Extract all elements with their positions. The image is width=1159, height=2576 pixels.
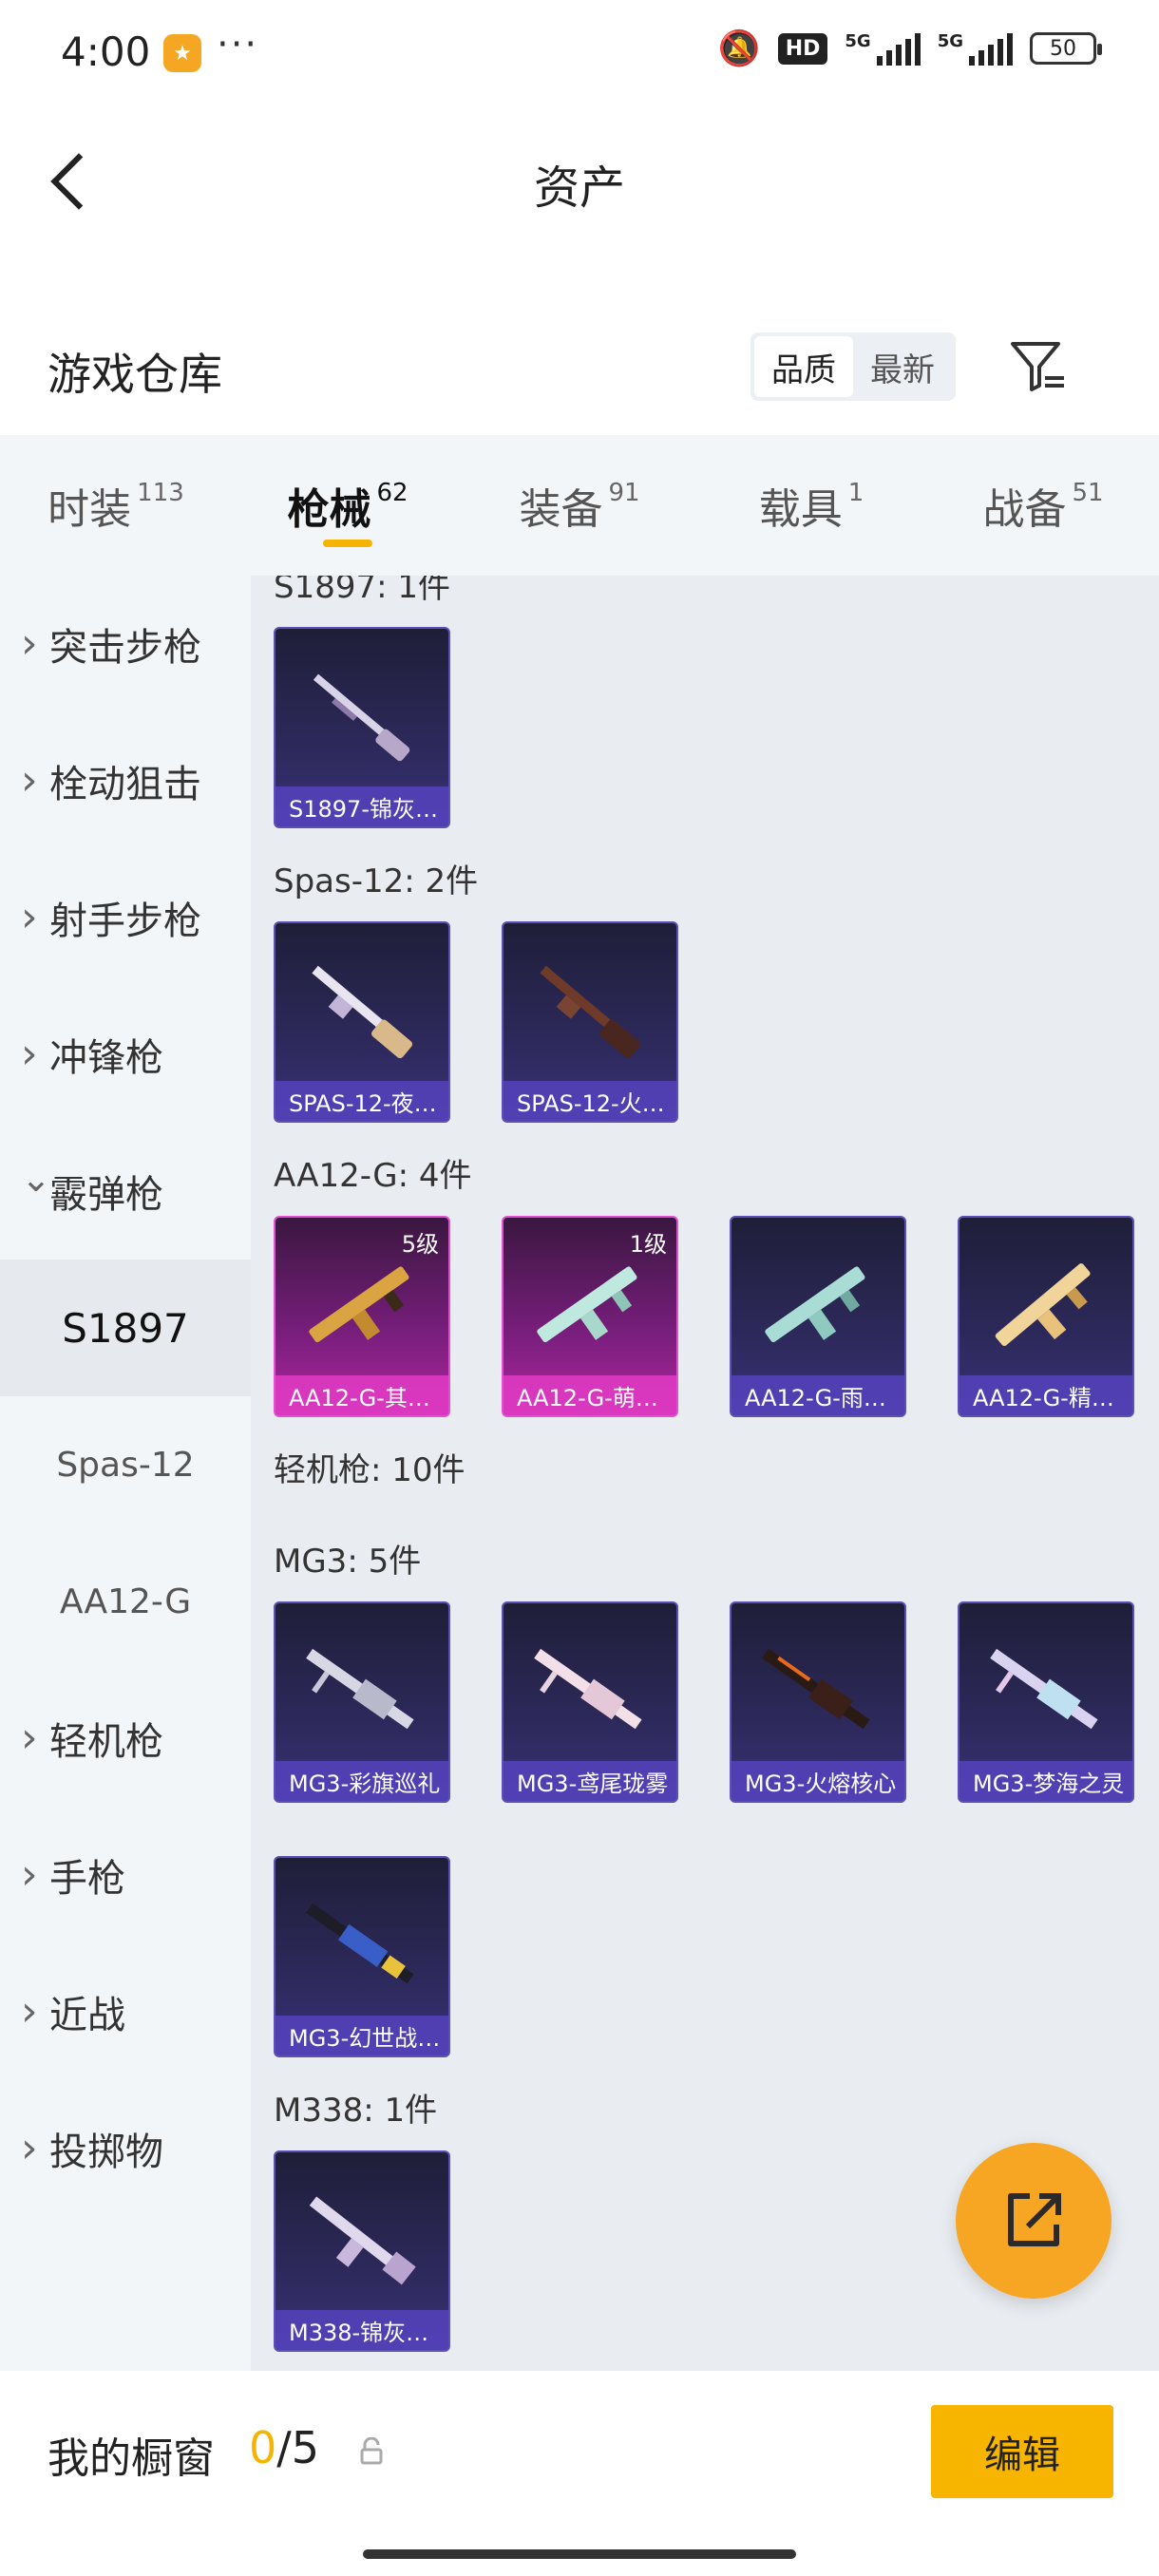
weapon-card[interactable]: AA12-G-精…: [958, 1216, 1134, 1417]
signal-icon-2: 5G: [938, 31, 1013, 66]
shotgun-icon: [312, 965, 413, 1059]
tab-fashion[interactable]: 时装 113: [0, 435, 232, 576]
chevron-right-icon: [21, 1854, 49, 1896]
sidebar: 突击步枪 栓动狙击 射手步枪 冲锋枪 霰弹枪 S1897 Spas-12 AA1…: [0, 576, 251, 2371]
machine-gun-icon: [762, 1648, 870, 1730]
weapon-card[interactable]: M338-锦灰…: [274, 2150, 450, 2352]
weapon-card[interactable]: MG3-鸢尾珑雾: [502, 1601, 678, 1803]
sidebar-item-bolt-sniper[interactable]: 栓动狙击: [0, 712, 251, 849]
sidebar-item-marksman-rifle[interactable]: 射手步枪: [0, 849, 251, 986]
window-count: 0/5: [249, 2422, 320, 2473]
sidebar-item-smg[interactable]: 冲锋枪: [0, 986, 251, 1123]
my-window-label: 我的橱窗: [48, 2434, 215, 2483]
machine-gun-icon: [306, 1648, 414, 1730]
sort-newest-button[interactable]: 最新: [853, 336, 952, 397]
chevron-right-icon: [21, 897, 49, 938]
sidebar-subitem-aa12g[interactable]: AA12-G: [0, 1533, 251, 1670]
group-label-m338: M338: 1件: [274, 2092, 438, 2130]
weapon-card[interactable]: SPAS-12-夜…: [274, 921, 450, 1123]
weapon-card[interactable]: 5级 AA12-G-其…: [274, 1216, 450, 1417]
sidebar-item-assault-rifle[interactable]: 突击步枪: [0, 576, 251, 712]
chevron-right-icon: [21, 1717, 49, 1759]
weapon-card[interactable]: S1897-锦灰…: [274, 627, 450, 828]
more-notifications-icon: ···: [217, 23, 259, 66]
group-label-s1897: S1897: 1件: [274, 576, 451, 606]
shotgun-icon: [313, 673, 410, 762]
rifle-icon: [537, 1266, 637, 1343]
external-link-icon: [1008, 2193, 1061, 2246]
section-title: 游戏仓库: [48, 349, 222, 400]
tab-equipment[interactable]: 装备 91: [464, 435, 695, 576]
weapon-card[interactable]: MG3-彩旗巡礼: [274, 1601, 450, 1803]
sidebar-item-melee[interactable]: 近战: [0, 1943, 251, 2080]
rifle-icon: [765, 1266, 865, 1343]
machine-gun-icon: [534, 1648, 642, 1730]
tab-active-indicator: [323, 540, 372, 547]
sidebar-item-shotgun[interactable]: 霰弹枪: [0, 1123, 251, 1260]
weapon-card[interactable]: MG3-梦海之灵: [958, 1601, 1134, 1803]
hd-badge: HD: [777, 32, 828, 65]
chevron-down-icon: [21, 1172, 49, 1210]
lock-icon: [360, 2437, 383, 2465]
weapon-card[interactable]: 1级 AA12-G-萌…: [502, 1216, 678, 1417]
edit-button[interactable]: 编辑: [931, 2405, 1113, 2498]
app-notification-icon: ★: [163, 34, 201, 72]
sidebar-subitem-spas12[interactable]: Spas-12: [0, 1396, 251, 1533]
weapon-card[interactable]: SPAS-12-火…: [502, 921, 678, 1123]
battery-icon: 50: [1030, 32, 1102, 65]
category-tabs: 时装 113 枪械 62 装备 91 载具 1 战备 51: [0, 435, 1159, 576]
bottom-bar: 我的橱窗 0/5 编辑: [0, 2371, 1159, 2576]
group-label-mg3: MG3: 5件: [274, 1543, 422, 1581]
chevron-right-icon: [21, 1033, 49, 1075]
page-title: 资产: [533, 161, 625, 215]
weapon-card[interactable]: AA12-G-雨…: [730, 1216, 906, 1417]
sidebar-subitem-s1897[interactable]: S1897: [0, 1260, 251, 1396]
chevron-right-icon: [21, 623, 49, 665]
home-indicator[interactable]: [363, 2549, 796, 2559]
rifle-icon: [309, 2196, 416, 2285]
chevron-right-icon: [21, 1991, 49, 2033]
rifle-icon: [309, 1266, 409, 1343]
shotgun-icon: [540, 965, 641, 1059]
section-header: 游戏仓库 品质 最新: [0, 323, 1159, 427]
weapon-card[interactable]: MG3-幻世战…: [274, 1856, 450, 2057]
sidebar-item-pistol[interactable]: 手枪: [0, 1807, 251, 1943]
group-label-aa12g: AA12-G: 4件: [274, 1157, 472, 1195]
sidebar-item-lmg[interactable]: 轻机枪: [0, 1670, 251, 1807]
chevron-right-icon: [21, 2128, 49, 2169]
group-label-lmg: 轻机枪: 10件: [274, 1451, 466, 1489]
chevron-right-icon: [21, 760, 49, 802]
title-bar: 资产: [0, 114, 1159, 237]
status-bar: 4:00 ★ ··· 🔕 HD 5G 5G 50: [0, 0, 1159, 104]
mute-icon: 🔕: [717, 29, 761, 68]
tab-vehicles[interactable]: 载具 1: [695, 435, 927, 576]
item-grid: S1897: 1件 S1897-锦灰… Spas-12: 2件 SPAS-12-…: [251, 576, 1159, 2371]
machine-gun-icon: [306, 1903, 414, 1984]
status-time: 4:00: [61, 28, 151, 75]
signal-icon: 5G: [845, 31, 921, 66]
sort-toggle: 品质 最新: [750, 332, 956, 401]
sort-quality-button[interactable]: 品质: [754, 336, 853, 397]
group-label-spas12: Spas-12: 2件: [274, 862, 479, 900]
rifle-icon: [995, 1263, 1091, 1347]
tab-firearms[interactable]: 枪械 62: [232, 435, 464, 576]
share-fab-button[interactable]: [956, 2143, 1112, 2299]
machine-gun-icon: [990, 1648, 1098, 1730]
tab-supplies[interactable]: 战备 51: [927, 435, 1159, 576]
sidebar-item-throwable[interactable]: 投掷物: [0, 2080, 251, 2217]
filter-icon[interactable]: [1007, 336, 1068, 397]
weapon-card[interactable]: MG3-火熔核心: [730, 1601, 906, 1803]
